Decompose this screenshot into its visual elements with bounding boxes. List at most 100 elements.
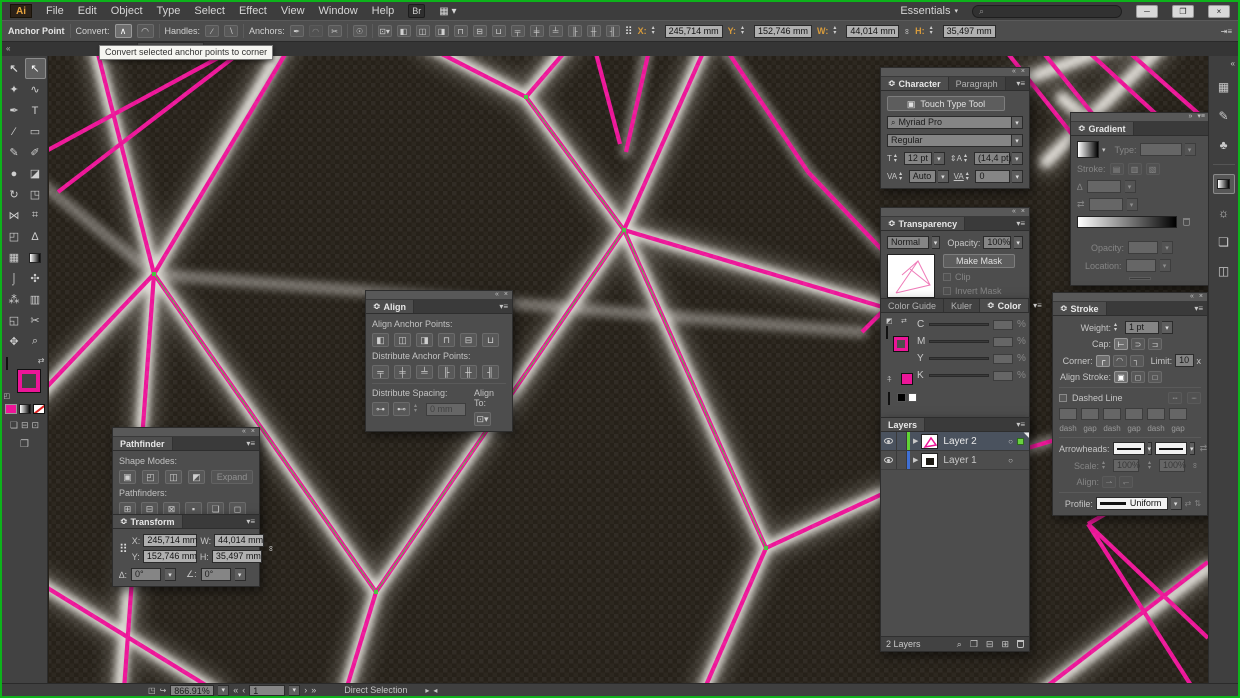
swatches-icon[interactable]: ▦ bbox=[1213, 77, 1235, 97]
butt-cap-icon[interactable]: ⊢ bbox=[1114, 338, 1128, 350]
stroke-across-icon[interactable]: ▧ bbox=[1146, 163, 1160, 175]
menu-object[interactable]: Object bbox=[111, 5, 143, 17]
exclude-icon[interactable]: ◩ bbox=[188, 470, 205, 484]
lasso-tool[interactable]: ∿ bbox=[25, 79, 46, 100]
pencil-tool[interactable]: ✐ bbox=[25, 142, 46, 163]
perspective-grid-tool[interactable]: ∆ bbox=[25, 226, 46, 247]
angle-dropdown-icon[interactable]: ▾ bbox=[1125, 180, 1136, 193]
y-field[interactable]: 152,746 mm bbox=[754, 25, 812, 38]
eraser-tool[interactable]: ◪ bbox=[25, 163, 46, 184]
location-dropdown-icon[interactable]: ▾ bbox=[1160, 259, 1171, 272]
artboard-dropdown-icon[interactable]: ▾ bbox=[289, 685, 300, 696]
cyan-field[interactable] bbox=[993, 320, 1013, 330]
stroke-along-icon[interactable]: ▥ bbox=[1128, 163, 1142, 175]
expand-layer-icon[interactable]: ▶ bbox=[910, 456, 921, 464]
x-field[interactable]: 245,714 mm bbox=[665, 25, 723, 38]
arrow-scale-end-field[interactable]: 100% bbox=[1159, 459, 1185, 472]
layer-row[interactable]: ▶ Layer 2 ○ ◥ bbox=[881, 432, 1029, 451]
flip-across-icon[interactable]: ⇅ bbox=[1194, 499, 1201, 508]
opacity-field[interactable]: 100% bbox=[983, 236, 1011, 249]
tab-layers[interactable]: Layers bbox=[881, 418, 925, 431]
blend-mode-field[interactable]: Normal bbox=[887, 236, 929, 249]
distribute-v-center-icon[interactable]: ╪ bbox=[394, 365, 411, 379]
scroll-right-icon[interactable]: ▸ bbox=[425, 686, 429, 695]
cyan-slider[interactable] bbox=[929, 323, 989, 326]
visibility-icon[interactable] bbox=[884, 457, 893, 463]
default-fill-stroke-icon[interactable]: ◰ bbox=[4, 392, 11, 400]
show-handles-button[interactable]: ∕ bbox=[205, 25, 219, 37]
zoom-dropdown-icon[interactable]: ▾ bbox=[218, 685, 229, 696]
opacity-dropdown-icon[interactable]: ▾ bbox=[1014, 236, 1023, 249]
symbols-icon[interactable]: ♣ bbox=[1213, 135, 1235, 155]
aspect-field[interactable] bbox=[1089, 198, 1123, 211]
align-left-icon[interactable]: ◧ bbox=[372, 333, 389, 347]
clip-checkbox[interactable] bbox=[943, 273, 951, 281]
intersect-icon[interactable]: ◫ bbox=[165, 470, 182, 484]
location-field[interactable] bbox=[1126, 259, 1156, 272]
search-input[interactable]: ⌕ bbox=[972, 5, 1122, 18]
tab-character[interactable]: ≎Character bbox=[881, 77, 949, 90]
menu-window[interactable]: Window bbox=[319, 5, 358, 17]
reference-point-icon[interactable]: ⠿ bbox=[119, 542, 128, 556]
collapse-panel-icon[interactable]: « bbox=[1190, 293, 1194, 301]
bridge-button[interactable]: Br bbox=[408, 4, 425, 18]
leading-field[interactable]: (14,4 pt) bbox=[974, 152, 1010, 165]
reverse-gradient-icon[interactable]: ⇄ bbox=[1077, 199, 1085, 210]
touch-type-tool-button[interactable]: ▣ Touch Type Tool bbox=[887, 96, 1005, 111]
line-segment-tool[interactable]: ∕ bbox=[4, 121, 25, 142]
last-color-swatch[interactable] bbox=[901, 373, 913, 385]
column-graph-tool[interactable]: ▥ bbox=[25, 289, 46, 310]
distribute-right-icon[interactable]: ╢ bbox=[606, 25, 620, 37]
w-field[interactable]: 44,014 mm bbox=[214, 534, 264, 547]
shear-dropdown-icon[interactable]: ▾ bbox=[235, 568, 246, 581]
direct-selection-tool[interactable]: ↖ bbox=[25, 58, 46, 79]
profile-field[interactable]: Uniform bbox=[1096, 497, 1168, 510]
panel-menu-icon[interactable]: ▾≡ bbox=[1029, 299, 1046, 312]
close-panel-icon[interactable]: × bbox=[1021, 68, 1025, 76]
distribute-v-center-icon[interactable]: ╪ bbox=[530, 25, 544, 37]
fill-color-swatch[interactable] bbox=[886, 326, 888, 339]
collapse-panel-icon[interactable]: « bbox=[495, 291, 499, 299]
style-dropdown-icon[interactable]: ▾ bbox=[1012, 134, 1023, 147]
stroke-color-swatch[interactable] bbox=[894, 337, 908, 351]
inverse-icon[interactable]: ◩ bbox=[886, 317, 893, 325]
arrange-documents-icon[interactable]: ▦ ▾ bbox=[439, 6, 456, 17]
distribute-top-icon[interactable]: ╤ bbox=[511, 25, 525, 37]
arrowhead-end-dropdown-icon[interactable]: ▾ bbox=[1190, 442, 1195, 455]
transparency-icon[interactable]: ❏ bbox=[1213, 232, 1235, 252]
symbol-sprayer-tool[interactable]: ⁂ bbox=[4, 289, 25, 310]
panel-menu-icon[interactable]: ▾≡ bbox=[1197, 113, 1205, 121]
black-field[interactable] bbox=[993, 371, 1013, 381]
gradient-swatch[interactable] bbox=[1077, 141, 1099, 158]
align-to-dropdown-icon[interactable]: ⊡▾ bbox=[474, 412, 491, 426]
type-dropdown-icon[interactable]: ▾ bbox=[1185, 143, 1196, 156]
zoom-tool[interactable]: ⌕ bbox=[25, 331, 46, 352]
font-dropdown-icon[interactable]: ▾ bbox=[1012, 116, 1023, 129]
black-swatch[interactable] bbox=[897, 393, 906, 402]
hand-tool[interactable]: ✥ bbox=[4, 331, 25, 352]
yellow-slider[interactable] bbox=[929, 357, 989, 360]
flip-along-icon[interactable]: ⇄ bbox=[1185, 499, 1192, 508]
align-right-icon[interactable]: ◨ bbox=[416, 333, 433, 347]
free-transform-tool[interactable]: ⌗ bbox=[25, 205, 46, 226]
arrow-align-tip-icon[interactable]: ⇀ bbox=[1102, 476, 1116, 488]
publish-icon[interactable]: ↪ bbox=[160, 686, 167, 695]
font-family-field[interactable]: ⌕ Myriad Pro bbox=[887, 116, 1012, 129]
shape-builder-tool[interactable]: ◰ bbox=[4, 226, 25, 247]
rectangle-tool[interactable]: ▭ bbox=[25, 121, 46, 142]
rotate-field[interactable]: 0° bbox=[131, 568, 161, 581]
mesh-tool[interactable]: ▦ bbox=[4, 247, 25, 268]
close-button[interactable]: × bbox=[1208, 5, 1230, 18]
rotate-tool[interactable]: ↻ bbox=[4, 184, 25, 205]
blend-mode-dropdown-icon[interactable]: ▾ bbox=[932, 236, 941, 249]
projecting-cap-icon[interactable]: ⊐ bbox=[1148, 338, 1162, 350]
tab-kuler[interactable]: Kuler bbox=[944, 299, 980, 312]
link-scales-icon[interactable]: ∞ bbox=[1190, 463, 1199, 469]
fill-color-swatch[interactable] bbox=[6, 357, 8, 370]
scale-tool[interactable]: ◳ bbox=[25, 184, 46, 205]
menu-edit[interactable]: Edit bbox=[78, 5, 97, 17]
draw-behind-icon[interactable]: ⊟ bbox=[21, 420, 29, 431]
panel-menu-icon[interactable]: ▾≡ bbox=[1012, 418, 1029, 431]
pen-tool[interactable]: ✒ bbox=[4, 100, 25, 121]
expand-dock-icon[interactable]: « bbox=[1231, 59, 1235, 68]
